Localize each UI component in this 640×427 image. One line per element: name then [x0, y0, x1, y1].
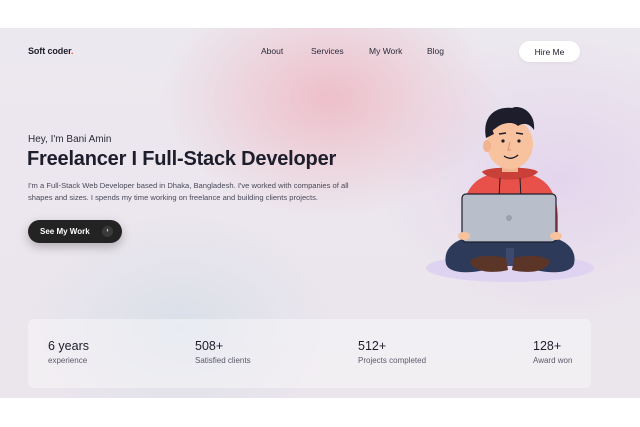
stat-value: 128+ — [533, 339, 562, 353]
see-my-work-button[interactable]: See My Work › — [28, 220, 122, 243]
stat-satisfied-clients: 508+ Satisfied clients — [195, 339, 251, 365]
stat-label: Satisfied clients — [195, 356, 251, 365]
hero-description: I'm a Full-Stack Web Developer based in … — [28, 181, 349, 202]
hire-me-button[interactable]: Hire Me — [519, 41, 580, 62]
stat-value: 6 years — [48, 339, 89, 353]
stat-label: Award won — [533, 356, 573, 365]
nav-my-work[interactable]: My Work — [369, 46, 402, 56]
stat-projects-completed: 512+ Projects completed — [358, 339, 426, 365]
arrow-right-icon: › — [102, 226, 113, 237]
stat-label: experience — [48, 356, 88, 365]
stat-awards-won: 128+ Award won — [533, 339, 572, 365]
hero-page: Soft coder. About Services My Work Blog … — [0, 28, 640, 398]
nav-blog[interactable]: Blog — [427, 46, 444, 56]
stat-experience: 6 years experience — [48, 339, 89, 365]
stat-value: 512+ — [358, 339, 387, 353]
stat-label: Projects completed — [358, 356, 427, 365]
stats-panel: 6 years experience 508+ Satisfied client… — [28, 319, 591, 388]
stat-value: 508+ — [195, 339, 224, 353]
hero-greeting: Hey, I'm Bani Amin — [28, 134, 112, 145]
nav-about[interactable]: About — [261, 46, 283, 56]
hero-headline: Freelancer I Full-Stack Developer — [27, 148, 337, 170]
cta-label: See My Work — [40, 227, 90, 236]
developer-with-laptop-icon — [426, 106, 594, 282]
nav-services[interactable]: Services — [311, 46, 344, 56]
